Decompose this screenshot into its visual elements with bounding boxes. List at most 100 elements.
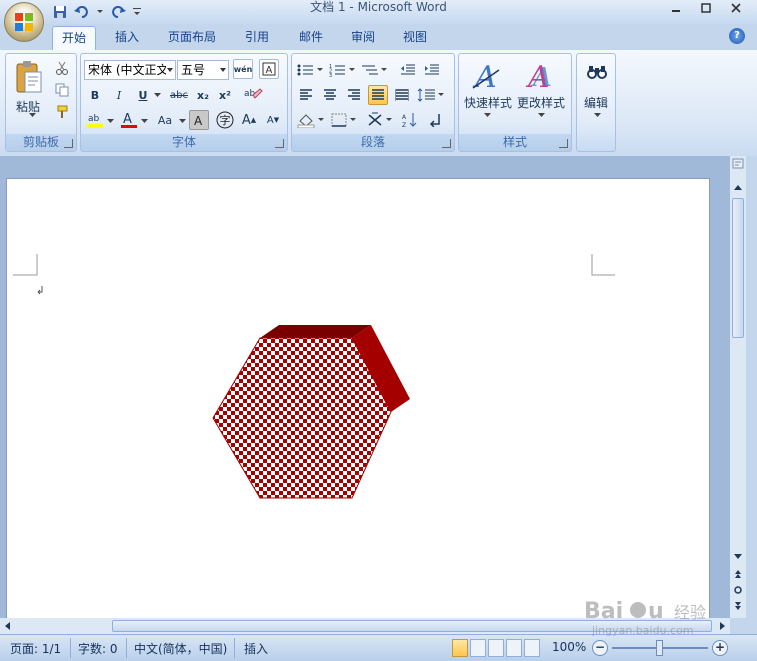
web-layout-icon[interactable] (488, 639, 504, 657)
format-painter-icon[interactable] (52, 102, 72, 122)
align-center-icon[interactable] (320, 85, 340, 105)
customize-qat-icon[interactable] (132, 4, 142, 20)
redo-icon[interactable] (110, 4, 126, 20)
editing-label[interactable]: 编辑 (584, 94, 608, 111)
shading-icon[interactable] (296, 110, 326, 130)
language-indicator[interactable]: 中文(简体，中国) (134, 640, 227, 657)
find-icon[interactable] (585, 60, 609, 84)
zoom-level[interactable]: 100% (552, 640, 586, 654)
page-count[interactable]: 页面: 1/1 (10, 640, 61, 657)
editing-dropdown-icon[interactable] (593, 112, 601, 118)
numbering-icon[interactable]: 123 (328, 60, 356, 80)
borders-icon[interactable] (330, 110, 360, 130)
bold-button[interactable]: B (85, 85, 105, 105)
print-layout-icon[interactable] (452, 639, 468, 657)
justify-icon[interactable] (368, 85, 388, 105)
italic-button[interactable]: I (109, 85, 129, 105)
shrink-font-button[interactable]: A ▼ (263, 110, 283, 130)
character-shading-icon[interactable]: A (189, 110, 209, 130)
font-size-dropdown[interactable]: 五号 (177, 60, 229, 80)
change-styles-label[interactable]: 更改样式 (517, 94, 565, 111)
superscript-button[interactable]: x² (215, 85, 235, 105)
paste-dropdown-icon[interactable] (28, 112, 36, 118)
document-page[interactable] (6, 178, 710, 618)
chinese-layout-icon[interactable] (366, 110, 396, 130)
minimize-button[interactable] (661, 0, 691, 16)
paragraph-launcher-icon[interactable] (442, 139, 451, 148)
underline-dropdown-icon[interactable] (153, 92, 161, 98)
quick-styles-icon[interactable]: A (467, 58, 507, 94)
sort-icon[interactable]: AZ (400, 110, 420, 130)
decrease-indent-icon[interactable] (398, 60, 418, 80)
tab-home[interactable]: 开始 (52, 26, 96, 50)
tab-review[interactable]: 审阅 (342, 26, 384, 50)
tab-references[interactable]: 引用 (236, 26, 278, 50)
zoom-out-icon[interactable]: − (592, 640, 608, 656)
svg-text:ab: ab (88, 114, 100, 124)
distributed-icon[interactable] (392, 85, 412, 105)
select-browse-object-icon[interactable] (732, 584, 744, 596)
chevron-down-icon[interactable] (96, 4, 104, 20)
highlight-dropdown-icon[interactable] (106, 118, 114, 124)
change-styles-icon[interactable]: AA (521, 58, 561, 94)
highlight-icon[interactable]: ab (85, 110, 105, 130)
enclose-characters-icon[interactable]: 字 (215, 110, 235, 130)
grow-font-button[interactable]: A ▲ (239, 110, 259, 130)
styles-launcher-icon[interactable] (559, 139, 568, 148)
zoom-in-icon[interactable]: + (712, 640, 728, 656)
character-border-icon[interactable]: A (259, 59, 279, 79)
tab-view[interactable]: 视图 (394, 26, 436, 50)
svg-text:A: A (266, 65, 273, 76)
clear-formatting-icon[interactable]: ab (241, 83, 265, 105)
tab-mailings[interactable]: 邮件 (290, 26, 332, 50)
vertical-scrollbar[interactable] (730, 156, 746, 618)
tab-insert[interactable]: 插入 (106, 26, 148, 50)
close-button[interactable] (721, 0, 751, 16)
underline-button[interactable]: U (133, 85, 153, 105)
zoom-slider-thumb[interactable] (656, 640, 663, 656)
save-icon[interactable] (52, 4, 68, 20)
font-name-dropdown[interactable]: 宋体 (中文正文 (84, 60, 176, 80)
ribbon-tabs: 开始 插入 页面布局 引用 邮件 审阅 视图 ? (0, 24, 757, 50)
styles-group: A 快速样式 AA 更改样式 样式 (458, 53, 572, 152)
copy-icon[interactable] (52, 80, 72, 100)
subscript-button[interactable]: x₂ (193, 85, 213, 105)
font-launcher-icon[interactable] (275, 139, 284, 148)
increase-indent-icon[interactable] (422, 60, 442, 80)
change-styles-dropdown-icon[interactable] (537, 112, 545, 118)
hexagon-shape[interactable] (212, 325, 410, 499)
paste-icon[interactable] (12, 58, 44, 98)
strikethrough-button[interactable]: abc (167, 85, 191, 105)
maximize-button[interactable] (691, 0, 721, 16)
draft-view-icon[interactable] (524, 639, 540, 657)
office-button[interactable] (4, 2, 44, 42)
vertical-scroll-thumb[interactable] (732, 198, 744, 338)
full-screen-reading-icon[interactable] (470, 639, 486, 657)
show-marks-icon[interactable] (426, 110, 446, 130)
ruler-toggle-icon[interactable] (732, 158, 744, 178)
scroll-left-icon[interactable] (2, 620, 14, 632)
line-spacing-icon[interactable] (416, 85, 446, 105)
change-case-button[interactable]: Aa (153, 110, 177, 130)
cut-icon[interactable] (52, 58, 72, 78)
undo-icon[interactable] (74, 4, 90, 20)
help-icon[interactable]: ? (729, 28, 745, 44)
outline-view-icon[interactable] (506, 639, 522, 657)
quick-styles-dropdown-icon[interactable] (483, 112, 491, 118)
bullets-icon[interactable] (296, 60, 324, 80)
word-count[interactable]: 字数: 0 (78, 640, 118, 657)
previous-page-icon[interactable] (732, 568, 744, 580)
scroll-down-icon[interactable] (732, 550, 744, 562)
phonetic-guide-button[interactable]: wén (233, 59, 253, 79)
align-right-icon[interactable] (344, 85, 364, 105)
clipboard-launcher-icon[interactable] (64, 139, 73, 148)
font-color-icon[interactable]: A (119, 110, 139, 130)
change-case-dropdown-icon[interactable] (178, 118, 186, 124)
quick-styles-label[interactable]: 快速样式 (464, 94, 512, 111)
font-color-dropdown-icon[interactable] (140, 118, 148, 124)
align-left-icon[interactable] (296, 85, 316, 105)
insert-mode-indicator[interactable]: 插入 (244, 640, 268, 657)
tab-page-layout[interactable]: 页面布局 (160, 26, 224, 50)
scroll-up-icon[interactable] (732, 182, 744, 194)
multilevel-list-icon[interactable] (360, 60, 388, 80)
